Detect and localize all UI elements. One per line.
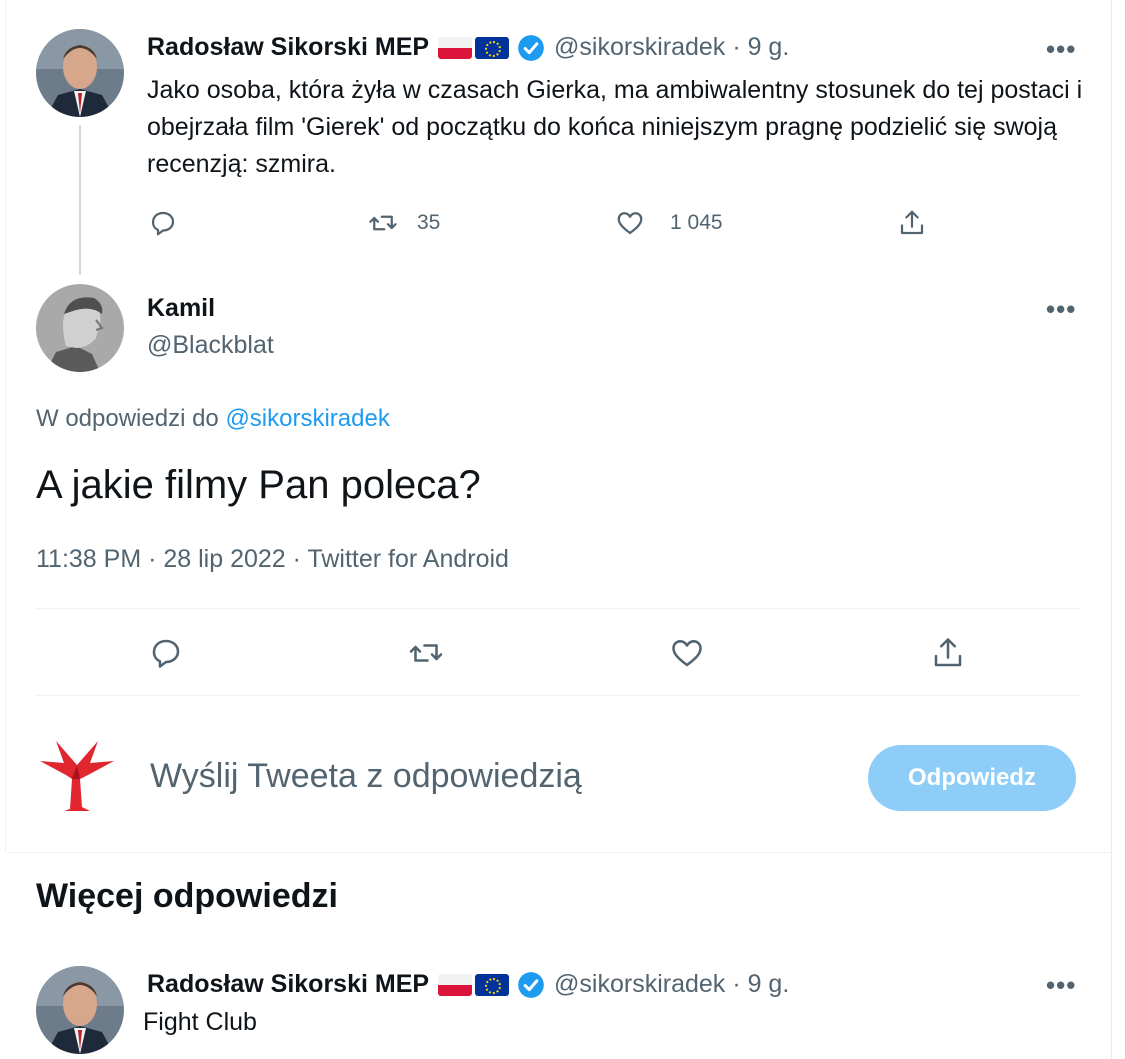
avatar-kamil[interactable] xyxy=(36,284,124,372)
tweet-time[interactable]: · 9 g. xyxy=(732,970,789,999)
author-name[interactable]: Kamil xyxy=(147,294,215,323)
author-handle[interactable]: @sikorskiradek xyxy=(554,33,725,62)
main-tweet-text: A jakie filmy Pan poleca? xyxy=(36,463,481,507)
frame-left-border xyxy=(5,0,6,852)
main-author-handle-row: @Blackblat xyxy=(147,331,274,360)
share-icon xyxy=(900,210,924,235)
more-icon[interactable]: ••• xyxy=(1046,970,1076,1001)
like-count: 1 045 xyxy=(670,211,723,234)
reply-text: Fight Club xyxy=(143,1008,257,1036)
avatar-sikorski[interactable] xyxy=(36,966,124,1054)
more-icon[interactable]: ••• xyxy=(1046,294,1076,325)
replying-to-mention[interactable]: @sikorskiradek xyxy=(225,405,389,432)
reply-button[interactable] xyxy=(148,208,178,238)
retweet-count: 35 xyxy=(417,211,441,234)
reply-header: Radosław Sikorski MEP @sikorskiradek · 9… xyxy=(147,970,789,999)
reply-button[interactable] xyxy=(148,635,184,671)
avatar-sikorski[interactable] xyxy=(36,29,124,117)
verified-icon xyxy=(518,971,544,998)
avatar-current-user[interactable] xyxy=(36,735,118,817)
divider xyxy=(36,695,1080,696)
tweet1-header: Radosław Sikorski MEP @sikorskiradek · 9… xyxy=(147,33,789,62)
share-button[interactable] xyxy=(930,635,966,671)
reply-submit-button[interactable]: Odpowiedz xyxy=(868,745,1076,811)
tweet-time[interactable]: · 9 g. xyxy=(732,33,789,62)
like-button[interactable]: 1 045 xyxy=(615,208,723,238)
flag-pl-icon xyxy=(438,973,473,996)
retweet-button[interactable] xyxy=(408,635,444,671)
flag-eu-icon xyxy=(475,973,510,996)
share-button[interactable] xyxy=(897,208,927,238)
section-divider xyxy=(6,852,1112,853)
main-author-name-row: Kamil xyxy=(147,294,215,323)
section-title: Więcej odpowiedzi xyxy=(36,877,338,915)
like-icon xyxy=(617,212,643,235)
author-handle[interactable]: @Blackblat xyxy=(147,331,274,360)
reply-icon xyxy=(152,639,180,668)
replying-to: W odpowiedzi do @sikorskiradek xyxy=(36,405,390,433)
compose-input[interactable]: Wyślij Tweeta z odpowiedzią xyxy=(150,757,582,796)
like-icon xyxy=(672,640,702,667)
retweet-icon xyxy=(369,215,397,231)
verified-icon xyxy=(518,34,544,61)
divider xyxy=(36,608,1080,609)
share-icon xyxy=(934,638,962,667)
retweet-icon xyxy=(409,644,443,662)
like-button[interactable] xyxy=(669,635,705,671)
author-handle[interactable]: @sikorskiradek xyxy=(554,970,725,999)
thread-line xyxy=(79,125,81,275)
reply-icon xyxy=(151,211,175,236)
replying-to-label: W odpowiedzi do xyxy=(36,405,219,432)
flag-pl-icon xyxy=(438,36,473,59)
retweet-button[interactable]: 35 xyxy=(368,208,440,238)
author-name[interactable]: Radosław Sikorski MEP xyxy=(147,33,429,62)
flag-eu-icon xyxy=(475,36,510,59)
tweet1-text: Jako osoba, która żyła w czasach Gierka,… xyxy=(147,76,1083,178)
more-icon[interactable]: ••• xyxy=(1046,34,1076,65)
tweet-meta[interactable]: 11:38 PM · 28 lip 2022 · Twitter for And… xyxy=(36,545,509,574)
author-name[interactable]: Radosław Sikorski MEP xyxy=(147,970,429,999)
